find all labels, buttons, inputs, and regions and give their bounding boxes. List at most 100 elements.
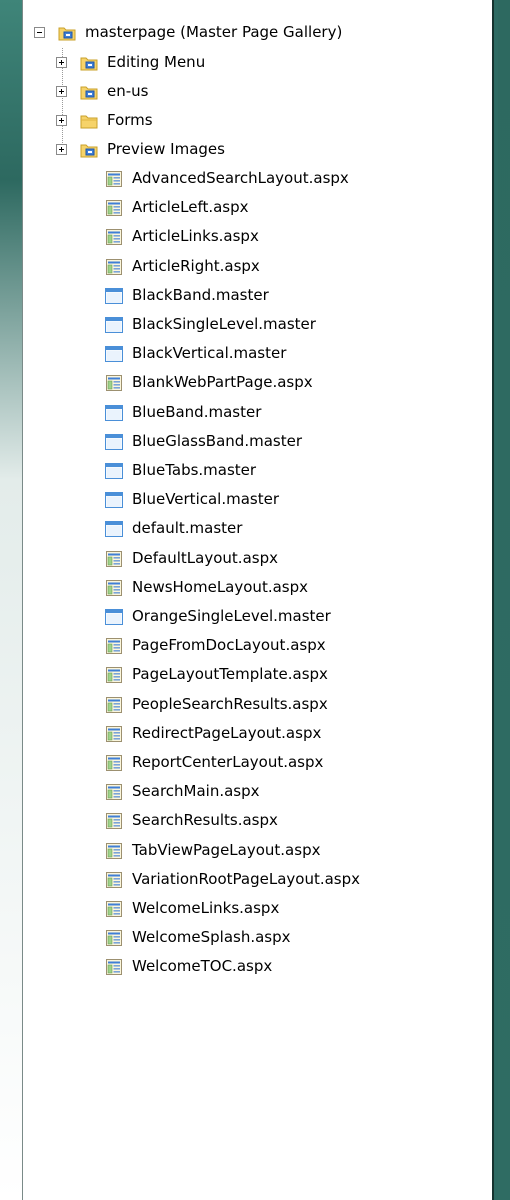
aspx-page-file-icon [105, 843, 123, 859]
tree-node-file[interactable]: default.master [105, 514, 242, 543]
tree-node-file[interactable]: AdvancedSearchLayout.aspx [105, 164, 349, 193]
aspx-page-file-icon [105, 667, 123, 683]
tree-node-file[interactable]: BlankWebPartPage.aspx [105, 368, 313, 397]
tree-node-file[interactable]: BlackBand.master [105, 281, 269, 310]
tree-node-label: SearchResults.aspx [132, 811, 278, 829]
tree-node-label: BlackSingleLevel.master [132, 315, 316, 333]
tree-node-file[interactable]: DefaultLayout.aspx [105, 544, 278, 573]
master-page-file-icon [105, 346, 123, 362]
tree-node-label: ReportCenterLayout.aspx [132, 753, 324, 771]
background-right-strip [498, 0, 510, 1200]
tree-node-file[interactable]: NewsHomeLayout.aspx [105, 573, 308, 602]
tree-node-file[interactable]: RedirectPageLayout.aspx [105, 719, 321, 748]
tree-node-file[interactable]: WelcomeSplash.aspx [105, 923, 291, 952]
tree-node-file[interactable]: BlueTabs.master [105, 456, 256, 485]
tree-node-file[interactable]: PageFromDocLayout.aspx [105, 631, 326, 660]
expand-toggle-icon[interactable] [56, 144, 67, 155]
tree-node-label: Editing Menu [107, 53, 206, 71]
tree-node-file[interactable]: BlackSingleLevel.master [105, 310, 316, 339]
aspx-page-file-icon [105, 229, 123, 245]
master-page-file-icon [105, 288, 123, 304]
tree-node-label: ArticleLeft.aspx [132, 198, 249, 216]
library-folder-icon [58, 27, 76, 40]
aspx-page-file-icon [105, 200, 123, 216]
tree-node-file[interactable]: OrangeSingleLevel.master [105, 602, 331, 631]
collapse-toggle-icon[interactable] [34, 27, 45, 38]
aspx-page-file-icon [105, 551, 123, 567]
tree-node-label: BlueVertical.master [132, 490, 280, 508]
aspx-page-file-icon [105, 901, 123, 917]
tree-node-label: BlueGlassBand.master [132, 432, 302, 450]
tree-node-label: Preview Images [107, 140, 225, 158]
master-page-file-icon [105, 609, 123, 625]
aspx-page-file-icon [105, 726, 123, 742]
tree-node-label: NewsHomeLayout.aspx [132, 578, 308, 596]
tree-node-label: masterpage (Master Page Gallery) [85, 23, 343, 41]
tree-node-label: SearchMain.aspx [132, 782, 260, 800]
tree-node-file[interactable]: WelcomeLinks.aspx [105, 894, 279, 923]
tree-node-label: default.master [132, 519, 243, 537]
tree-node-label: TabViewPageLayout.aspx [132, 841, 321, 859]
aspx-page-file-icon [105, 171, 123, 187]
tree-node-root[interactable]: masterpage (Master Page Gallery) [34, 18, 342, 47]
expand-toggle-icon[interactable] [56, 57, 67, 68]
tree-node-file[interactable]: BlueGlassBand.master [105, 427, 302, 456]
tree-node-label: PeopleSearchResults.aspx [132, 695, 328, 713]
aspx-page-file-icon [105, 784, 123, 800]
tree-node-label: ArticleLinks.aspx [132, 227, 259, 245]
aspx-page-file-icon [105, 872, 123, 888]
tree-node-folder[interactable]: Preview Images [56, 135, 225, 164]
tree-node-label: BlackVertical.master [132, 344, 287, 362]
aspx-page-file-icon [105, 697, 123, 713]
master-page-file-icon [105, 521, 123, 537]
tree-node-file[interactable]: SearchMain.aspx [105, 777, 260, 806]
tree-node-label: OrangeSingleLevel.master [132, 607, 331, 625]
tree-node-file[interactable]: ArticleLinks.aspx [105, 222, 259, 251]
tree-node-label: RedirectPageLayout.aspx [132, 724, 322, 742]
tree-node-file[interactable]: BlackVertical.master [105, 339, 286, 368]
aspx-page-file-icon [105, 375, 123, 391]
tree-node-file[interactable]: PageLayoutTemplate.aspx [105, 660, 328, 689]
tree-node-folder[interactable]: Forms [56, 106, 153, 135]
tree-node-file[interactable]: BlueVertical.master [105, 485, 279, 514]
folder-icon [80, 115, 98, 128]
tree-node-folder[interactable]: en-us [56, 77, 148, 106]
expand-toggle-icon[interactable] [56, 115, 67, 126]
library-folder-icon [80, 57, 98, 70]
master-page-file-icon [105, 463, 123, 479]
master-page-file-icon [105, 492, 123, 508]
tree-node-label: WelcomeLinks.aspx [132, 899, 280, 917]
tree-node-file[interactable]: SearchResults.aspx [105, 806, 278, 835]
tree-node-label: BlankWebPartPage.aspx [132, 373, 313, 391]
background-left-strip [0, 0, 24, 1200]
tree-node-label: PageFromDocLayout.aspx [132, 636, 326, 654]
tree-node-label: WelcomeSplash.aspx [132, 928, 291, 946]
tree-node-file[interactable]: ArticleRight.aspx [105, 252, 260, 281]
tree-node-file[interactable]: ReportCenterLayout.aspx [105, 748, 323, 777]
library-folder-icon [80, 86, 98, 99]
tree-node-label: en-us [107, 82, 149, 100]
tree-node-file[interactable]: TabViewPageLayout.aspx [105, 836, 320, 865]
expand-toggle-icon[interactable] [56, 86, 67, 97]
tree-node-file[interactable]: WelcomeTOC.aspx [105, 952, 272, 981]
tree-node-label: BlackBand.master [132, 286, 269, 304]
master-page-file-icon [105, 317, 123, 333]
tree-node-label: ArticleRight.aspx [132, 257, 260, 275]
tree-node-file[interactable]: PeopleSearchResults.aspx [105, 690, 328, 719]
aspx-page-file-icon [105, 930, 123, 946]
tree-node-file[interactable]: BlueBand.master [105, 398, 261, 427]
aspx-page-file-icon [105, 259, 123, 275]
tree-node-file[interactable]: ArticleLeft.aspx [105, 193, 249, 222]
library-folder-icon [80, 144, 98, 157]
tree-node-label: PageLayoutTemplate.aspx [132, 665, 328, 683]
tree-node-label: DefaultLayout.aspx [132, 549, 278, 567]
tree-node-label: WelcomeTOC.aspx [132, 957, 273, 975]
tree-node-label: BlueTabs.master [132, 461, 257, 479]
master-page-file-icon [105, 405, 123, 421]
tree-node-label: BlueBand.master [132, 403, 262, 421]
solution-explorer-tree: masterpage (Master Page Gallery) Editing… [22, 0, 494, 1200]
aspx-page-file-icon [105, 959, 123, 975]
tree-node-file[interactable]: VariationRootPageLayout.aspx [105, 865, 360, 894]
tree-node-folder[interactable]: Editing Menu [56, 48, 205, 77]
master-page-file-icon [105, 434, 123, 450]
